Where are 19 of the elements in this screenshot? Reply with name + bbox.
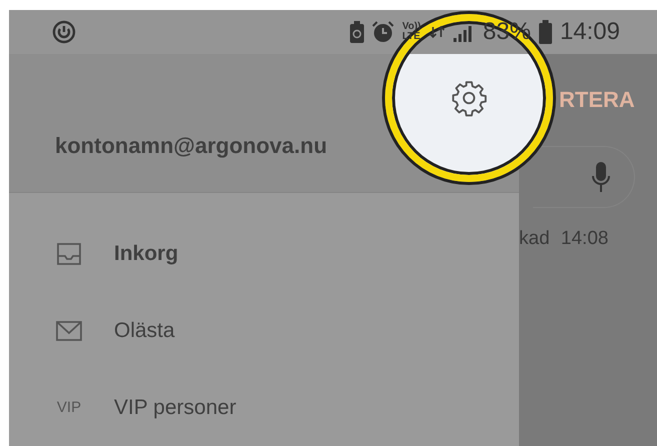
clock: 14:09 [560,18,620,46]
settings-icon[interactable] [450,79,488,117]
folder-item[interactable]: Inkorg [9,215,519,292]
battery-percent: 83% [482,18,531,46]
folder-item[interactable]: VIP VIP personer [9,369,519,446]
battery-icon [538,20,552,44]
inbox-icon [56,242,82,266]
alarm-icon [372,21,394,43]
sort-button[interactable]: RTERA [559,87,635,113]
sync-status-text: kad 14:08 [519,228,610,250]
microphone-icon[interactable] [592,162,610,192]
envelope-icon [55,320,83,342]
folder-item[interactable]: Olästa [9,292,519,369]
vip-icon: VIP [56,399,82,416]
account-email: kontonamn@argonova.nu [55,133,328,159]
data-arrows-icon [428,25,445,39]
search-field[interactable] [533,146,635,208]
battery-saver-icon [350,21,364,43]
power-ring-icon [52,20,76,44]
